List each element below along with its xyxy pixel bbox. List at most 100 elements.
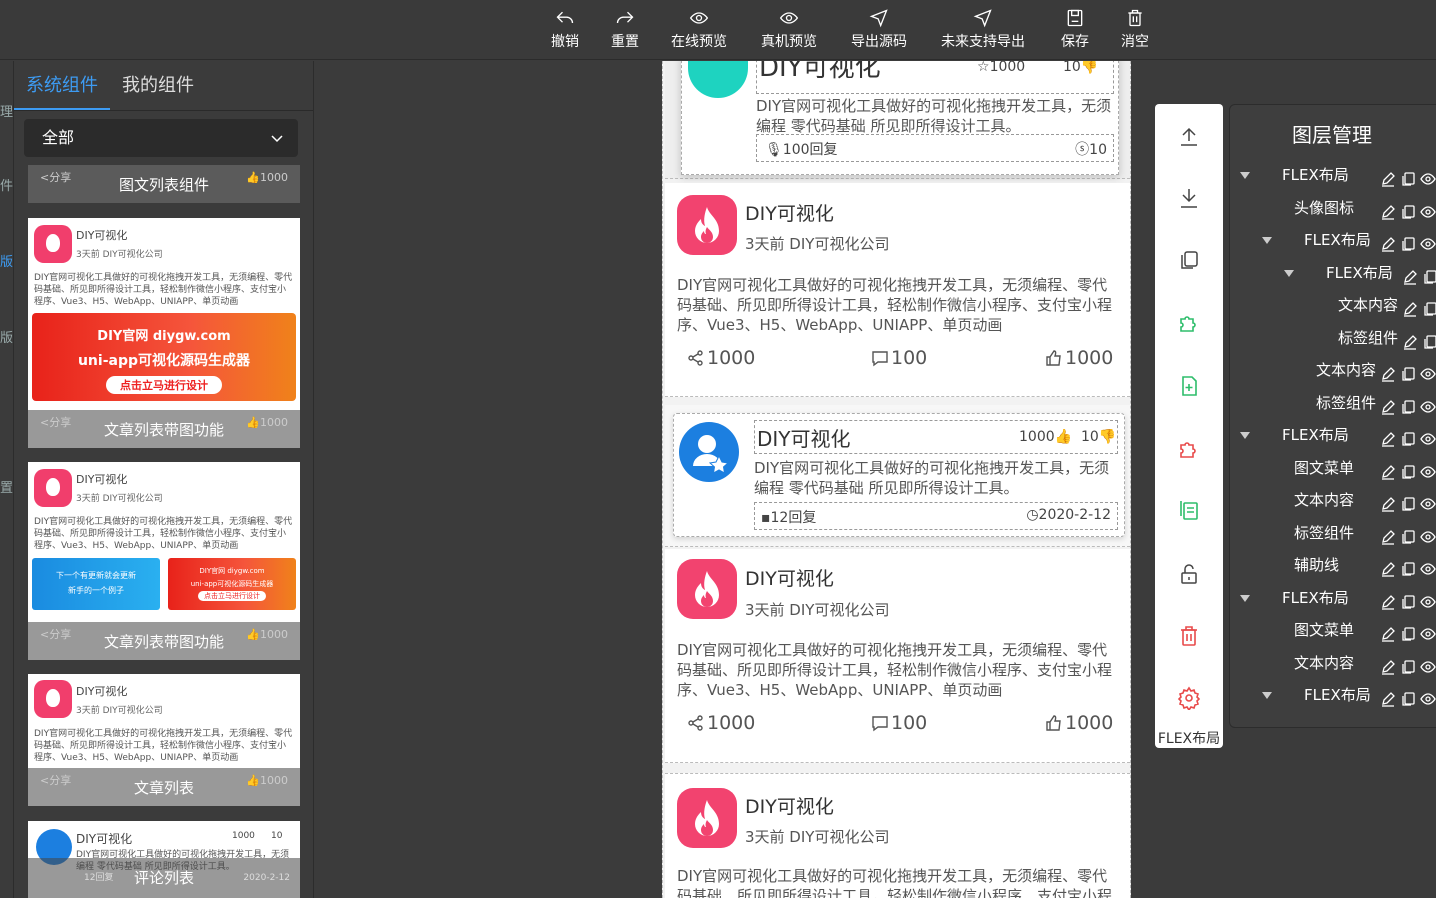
expand-arrow-icon[interactable] xyxy=(1262,237,1272,244)
future-export-button[interactable]: 未来支持导出 xyxy=(941,8,1025,54)
eye-icon[interactable] xyxy=(1420,622,1436,640)
edit-icon[interactable] xyxy=(1402,330,1418,350)
expand-arrow-icon[interactable] xyxy=(1240,594,1250,602)
unlock-button[interactable] xyxy=(1177,562,1201,586)
copy-icon[interactable] xyxy=(1400,362,1416,381)
layer-row[interactable]: 文本内容 xyxy=(1230,485,1436,515)
component-card[interactable]: <分享 图文列表组件 👍1000 xyxy=(28,165,300,203)
edit-icon[interactable] xyxy=(1402,265,1418,285)
edit-icon[interactable] xyxy=(1380,362,1396,382)
layer-row[interactable]: FLEX布局 xyxy=(1230,160,1436,190)
layer-row[interactable]: 图文菜单 xyxy=(1230,615,1436,645)
edit-icon[interactable] xyxy=(1380,525,1396,545)
component-card[interactable]: DIY可视化 3天前 DIY可视化公司 DIY官网可视化工具做好的可视化拖拽开发… xyxy=(28,218,300,448)
move-down-button[interactable] xyxy=(1177,186,1201,210)
eye-icon[interactable] xyxy=(1420,200,1436,218)
eye-icon[interactable] xyxy=(1420,557,1436,575)
copy-icon[interactable] xyxy=(1400,557,1416,576)
category-select[interactable]: 全部 xyxy=(24,119,298,157)
layer-row[interactable]: 文本内容 xyxy=(1230,355,1436,385)
edit-icon[interactable] xyxy=(1402,297,1418,317)
edit-icon[interactable] xyxy=(1380,655,1396,675)
like-stat[interactable]: 1000 xyxy=(1045,712,1113,734)
redo-button[interactable]: 重置 xyxy=(611,8,639,54)
edit-icon[interactable] xyxy=(1380,460,1396,480)
edit-icon[interactable] xyxy=(1380,200,1396,220)
edit-icon[interactable] xyxy=(1380,167,1396,187)
share-stat[interactable]: 1000 xyxy=(687,347,755,369)
copy-icon[interactable] xyxy=(1400,492,1416,511)
tab-system-components[interactable]: 系统组件 xyxy=(14,61,110,110)
layer-row[interactable]: FLEX布局 xyxy=(1230,420,1436,450)
edit-icon[interactable] xyxy=(1380,395,1396,415)
copy-icon[interactable] xyxy=(1400,590,1416,609)
eye-icon[interactable] xyxy=(1420,167,1436,185)
component-card[interactable]: DIY可视化 1000 10 DIY官网可视化工具做好的可视化拖拽开发工具，无须… xyxy=(28,821,300,898)
copy-icon[interactable] xyxy=(1400,655,1416,674)
online-preview-button[interactable]: 在线预览 xyxy=(671,8,727,54)
delete-button[interactable] xyxy=(1177,624,1201,648)
copy-icon[interactable] xyxy=(1400,460,1416,479)
eye-icon[interactable] xyxy=(1420,655,1436,673)
component-card[interactable]: DIY可视化 3天前 DIY可视化公司 DIY官网可视化工具做好的可视化拖拽开发… xyxy=(28,462,300,660)
copy-icon[interactable] xyxy=(1400,395,1416,414)
copy-icon[interactable] xyxy=(1400,232,1416,251)
article-post[interactable]: DIY可视化 3天前 DIY可视化公司 DIY官网可视化工具做好的可视化拖拽开发… xyxy=(665,549,1130,763)
like-stat[interactable]: 1000 xyxy=(1045,347,1113,369)
layer-row[interactable]: FLEX布局 xyxy=(1230,583,1436,613)
add-file-button[interactable] xyxy=(1177,374,1201,398)
layer-row[interactable]: 头像图标 xyxy=(1230,193,1436,223)
copy-icon[interactable] xyxy=(1400,525,1416,544)
layer-row[interactable]: 图文菜单 xyxy=(1230,453,1436,483)
eye-icon[interactable] xyxy=(1420,525,1436,543)
layer-row[interactable]: 辅助线 xyxy=(1230,550,1436,580)
layer-row[interactable]: 标签组件 xyxy=(1230,388,1436,418)
expand-arrow-icon[interactable] xyxy=(1240,432,1250,439)
edit-icon[interactable] xyxy=(1380,492,1396,512)
design-canvas[interactable]: DIY可视化 ☆1000 10👎 DIY官网可视化工具做好的可视化拖拽开发工具，… xyxy=(662,61,1131,898)
comment-card[interactable]: DIY可视化 1000👍 10👎 DIY官网可视化工具做好的可视化拖拽开发工具，… xyxy=(673,413,1125,537)
expand-arrow-icon[interactable] xyxy=(1262,692,1272,699)
comment-block[interactable]: DIY可视化 ☆1000 10👎 DIY官网可视化工具做好的可视化拖拽开发工具，… xyxy=(665,61,1130,179)
save-button[interactable]: 保存 xyxy=(1061,8,1089,54)
eye-icon[interactable] xyxy=(1420,427,1436,445)
layer-row[interactable]: FLEX布局 xyxy=(1230,258,1436,288)
eye-icon[interactable] xyxy=(1420,232,1436,250)
layer-row[interactable]: FLEX布局 xyxy=(1230,680,1436,710)
expand-arrow-icon[interactable] xyxy=(1284,269,1294,277)
copy-icon[interactable] xyxy=(1400,427,1416,446)
settings-button[interactable] xyxy=(1177,686,1201,712)
copy-button[interactable] xyxy=(1177,248,1201,272)
export-source-button[interactable]: 导出源码 xyxy=(851,8,907,54)
plugin-add-button[interactable] xyxy=(1177,310,1201,334)
plugin-remove-button[interactable] xyxy=(1177,436,1201,460)
left-nav-item[interactable]: 版 xyxy=(0,327,13,346)
comment-card[interactable]: DIY可视化 ☆1000 10👎 DIY官网可视化工具做好的可视化拖拽开发工具，… xyxy=(681,61,1119,175)
undo-button[interactable]: 撤销 xyxy=(551,8,579,54)
comment-stat[interactable]: 100 xyxy=(871,347,927,369)
eye-icon[interactable] xyxy=(1420,492,1436,510)
component-card[interactable]: DIY可视化 3天前 DIY可视化公司 DIY官网可视化工具做好的可视化拖拽开发… xyxy=(28,674,300,806)
comment-block[interactable]: DIY可视化 1000👍 10👎 DIY官网可视化工具做好的可视化拖拽开发工具，… xyxy=(665,405,1130,547)
copy-icon[interactable] xyxy=(1400,200,1416,219)
article-post[interactable]: DIY可视化 3天前 DIY可视化公司 DIY官网可视化工具做好的可视化拖拽开发… xyxy=(665,773,1130,898)
tab-my-components[interactable]: 我的组件 xyxy=(110,61,206,110)
edit-icon[interactable] xyxy=(1380,590,1396,610)
clear-button[interactable]: 消空 xyxy=(1121,8,1149,54)
left-nav-item[interactable]: 理 xyxy=(0,101,13,120)
copy-icon[interactable] xyxy=(1400,167,1416,186)
duplicate-button[interactable] xyxy=(1177,498,1201,522)
expand-arrow-icon[interactable] xyxy=(1240,172,1250,179)
eye-icon[interactable] xyxy=(1420,590,1436,608)
copy-icon[interactable] xyxy=(1422,297,1436,316)
eye-icon[interactable] xyxy=(1420,395,1436,413)
left-nav-item[interactable]: 置 xyxy=(0,477,13,496)
layer-row[interactable]: 文本内容 xyxy=(1230,290,1436,320)
copy-icon[interactable] xyxy=(1400,622,1416,641)
copy-icon[interactable] xyxy=(1422,265,1436,284)
edit-icon[interactable] xyxy=(1380,687,1396,707)
device-preview-button[interactable]: 真机预览 xyxy=(761,8,817,54)
edit-icon[interactable] xyxy=(1380,232,1396,252)
article-post[interactable]: DIY可视化 3天前 DIY可视化公司 DIY官网可视化工具做好的可视化拖拽开发… xyxy=(665,183,1130,397)
eye-icon[interactable] xyxy=(1420,460,1436,478)
